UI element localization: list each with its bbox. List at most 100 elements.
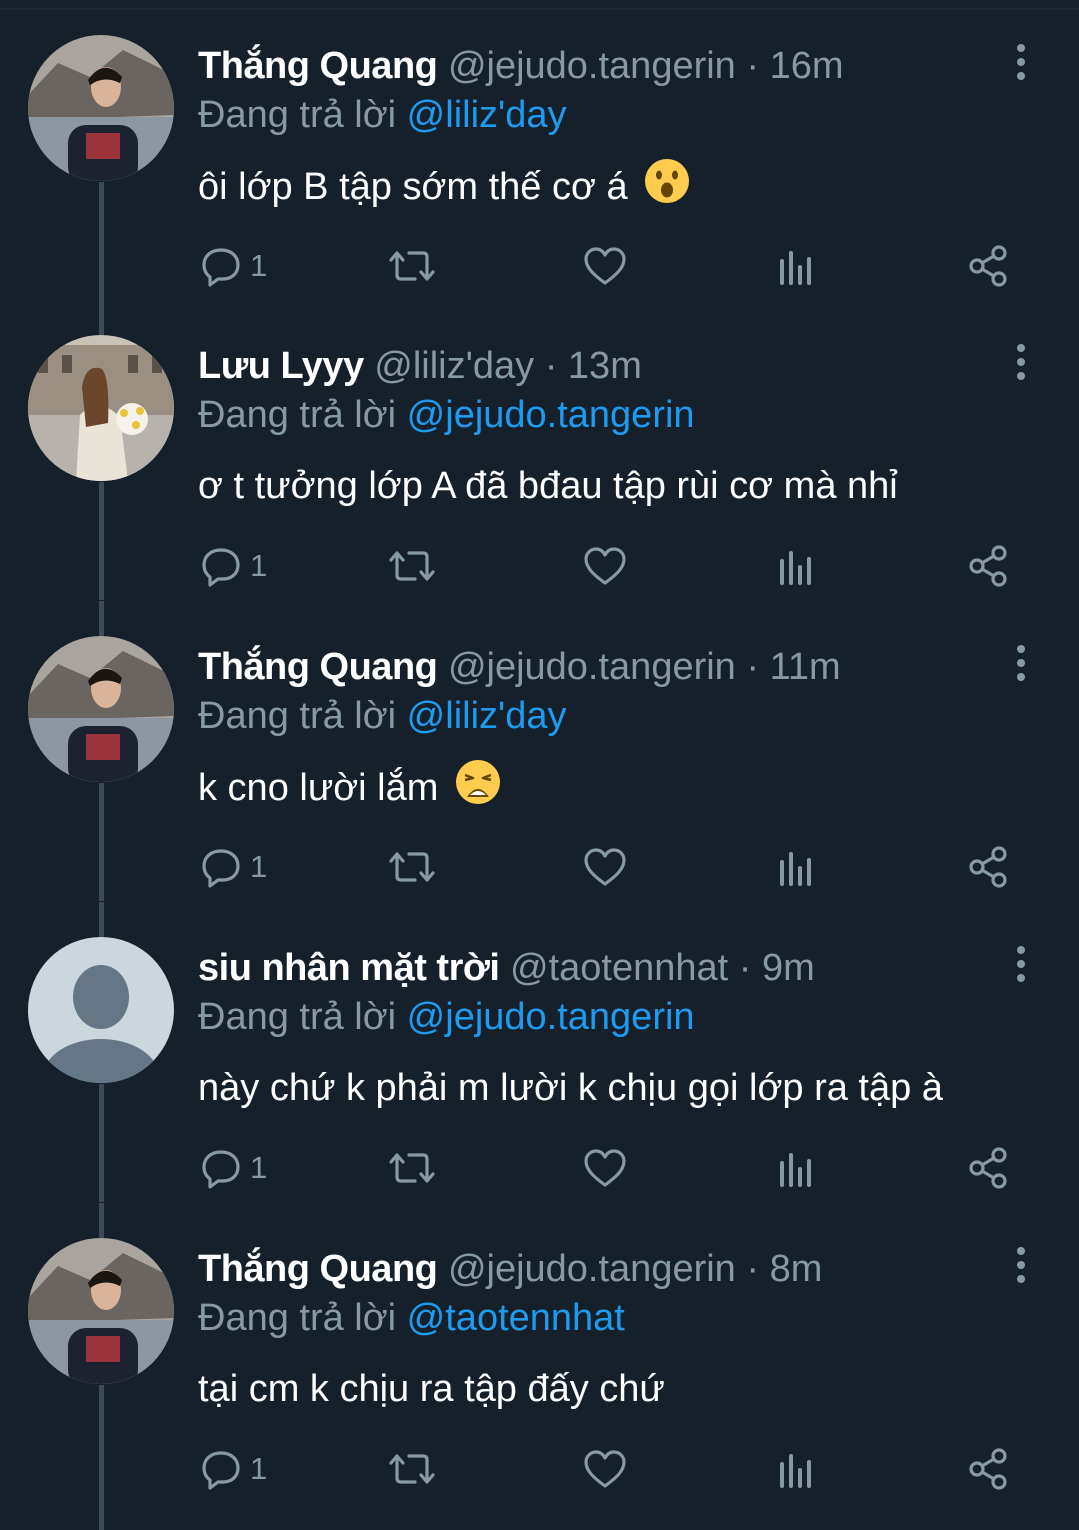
display-name[interactable]: Lưu Lyyy — [198, 345, 364, 387]
more-options-icon[interactable] — [1004, 1245, 1038, 1285]
heart-icon — [582, 245, 628, 287]
share-icon — [966, 544, 1010, 588]
user-handle[interactable]: @jejudo.tangerin — [448, 45, 736, 87]
analytics-button[interactable] — [776, 538, 816, 594]
tweet-text-content: ôi lớp B tập sớm thế cơ á — [198, 166, 628, 209]
replying-to-line: Đang trả lời @liliz'day — [198, 691, 567, 741]
thread-connector-line — [99, 783, 104, 901]
thread-connector-line — [99, 1203, 104, 1238]
reply-button[interactable]: 1 — [200, 238, 267, 294]
analytics-button[interactable] — [776, 1140, 816, 1196]
timestamp[interactable]: 16m — [770, 45, 844, 87]
tweet-text: này chứ k phải m lười k chịu gọi lớp ra … — [198, 1060, 943, 1116]
like-button[interactable] — [582, 538, 628, 594]
tweet-text: ôi lớp B tập sớm thế cơ á — [198, 158, 690, 214]
retweet-button[interactable] — [388, 1441, 436, 1497]
thread-connector-line — [99, 300, 104, 335]
replying-to-mention[interactable]: @liliz'day — [407, 94, 567, 136]
tweet-text-content: k cno lười lắm — [198, 767, 439, 810]
tweet-item[interactable]: siu nhân mặt trời @taotennhat · 9m Đang … — [0, 902, 1079, 1202]
retweet-icon — [388, 1448, 436, 1490]
avatar[interactable] — [28, 636, 174, 782]
more-options-icon[interactable] — [1004, 342, 1038, 382]
analytics-button[interactable] — [776, 1441, 816, 1497]
tweet-item[interactable]: Lưu Lyyy @liliz'day · 13m Đang trả lời @… — [0, 300, 1079, 600]
share-button[interactable] — [966, 1140, 1010, 1196]
reply-thread: Thắng Quang @jejudo.tangerin · 16m Đang … — [0, 0, 1079, 1530]
like-button[interactable] — [582, 1140, 628, 1196]
tweet-text: k cno lười lắm — [198, 759, 501, 815]
heart-icon — [582, 846, 628, 888]
tweet-text: ơ t tưởng lớp A đã bđau tập rùi cơ mà nh… — [198, 458, 898, 514]
share-button[interactable] — [966, 1441, 1010, 1497]
action-bar: 1 — [198, 238, 1018, 294]
replying-to-mention[interactable]: @taotennhat — [407, 1297, 625, 1339]
reply-button[interactable]: 1 — [200, 1140, 267, 1196]
tweet-header: Thắng Quang @jejudo.tangerin · 16m — [198, 40, 844, 92]
separator-dot: · — [746, 1248, 760, 1290]
retweet-button[interactable] — [388, 538, 436, 594]
share-button[interactable] — [966, 839, 1010, 895]
user-handle[interactable]: @jejudo.tangerin — [448, 1248, 736, 1290]
retweet-button[interactable] — [388, 238, 436, 294]
replying-to-line: Đang trả lời @jejudo.tangerin — [198, 390, 695, 440]
replying-to-mention[interactable]: @jejudo.tangerin — [407, 996, 695, 1038]
action-bar: 1 — [198, 1140, 1018, 1196]
timestamp[interactable]: 13m — [568, 345, 642, 387]
separator-dot: · — [738, 947, 752, 989]
timestamp[interactable]: 9m — [762, 947, 815, 989]
like-button[interactable] — [582, 1441, 628, 1497]
retweet-icon — [388, 545, 436, 587]
share-button[interactable] — [966, 538, 1010, 594]
heart-icon — [582, 1147, 628, 1189]
avatar[interactable] — [28, 335, 174, 481]
user-handle[interactable]: @taotennhat — [510, 947, 728, 989]
thread-connector-line — [99, 482, 104, 600]
action-bar: 1 — [198, 538, 1018, 594]
timestamp[interactable]: 11m — [770, 646, 841, 688]
like-button[interactable] — [582, 238, 628, 294]
timestamp[interactable]: 8m — [770, 1248, 823, 1290]
separator-dot: · — [746, 646, 760, 688]
reply-button[interactable]: 1 — [200, 538, 267, 594]
user-handle[interactable]: @liliz'day — [374, 345, 534, 387]
replying-to-mention[interactable]: @liliz'day — [407, 695, 567, 737]
reply-button[interactable]: 1 — [200, 1441, 267, 1497]
more-options-icon[interactable] — [1004, 643, 1038, 683]
more-options-icon[interactable] — [1004, 42, 1038, 82]
reply-count: 1 — [250, 548, 268, 583]
analytics-button[interactable] — [776, 238, 816, 294]
tweet-item[interactable]: Thắng Quang @jejudo.tangerin · 8m Đang t… — [0, 1203, 1079, 1530]
analytics-button[interactable] — [776, 839, 816, 895]
avatar[interactable] — [28, 1238, 174, 1384]
display-name[interactable]: Thắng Quang — [198, 646, 438, 688]
share-icon — [966, 845, 1010, 889]
reply-count: 1 — [250, 248, 268, 283]
retweet-button[interactable] — [388, 1140, 436, 1196]
retweet-button[interactable] — [388, 839, 436, 895]
default-avatar-icon[interactable] — [28, 937, 174, 1083]
more-options-icon[interactable] — [1004, 944, 1038, 984]
display-name[interactable]: Thắng Quang — [198, 45, 438, 87]
display-name[interactable]: Thắng Quang — [198, 1248, 438, 1290]
display-name[interactable]: siu nhân mặt trời — [198, 947, 500, 989]
reply-count: 1 — [250, 1451, 268, 1486]
action-bar: 1 — [198, 839, 1018, 895]
reply-icon — [200, 245, 242, 287]
tweet-header: Thắng Quang @jejudo.tangerin · 11m — [198, 641, 841, 693]
analytics-icon — [776, 545, 816, 587]
avatar[interactable] — [28, 35, 174, 181]
separator-dot: · — [544, 345, 558, 387]
user-handle[interactable]: @jejudo.tangerin — [448, 646, 736, 688]
thread-connector-line — [99, 182, 104, 300]
replying-to-mention[interactable]: @jejudo.tangerin — [407, 394, 695, 436]
like-button[interactable] — [582, 839, 628, 895]
tweet-header: Lưu Lyyy @liliz'day · 13m — [198, 340, 642, 392]
retweet-icon — [388, 1147, 436, 1189]
share-button[interactable] — [966, 238, 1010, 294]
reply-button[interactable]: 1 — [200, 839, 267, 895]
reply-count: 1 — [250, 849, 268, 884]
tweet-item[interactable]: Thắng Quang @jejudo.tangerin · 11m Đang … — [0, 601, 1079, 901]
replying-to-line: Đang trả lời @taotennhat — [198, 1293, 625, 1343]
tweet-item[interactable]: Thắng Quang @jejudo.tangerin · 16m Đang … — [0, 0, 1079, 300]
